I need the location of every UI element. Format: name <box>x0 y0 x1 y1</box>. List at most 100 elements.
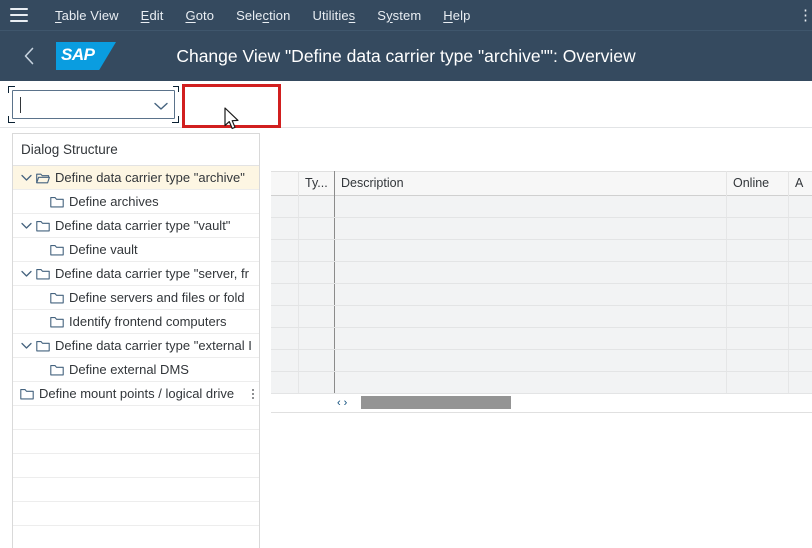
table-cell-online[interactable] <box>727 372 789 393</box>
table-cell-ty[interactable] <box>299 372 335 393</box>
tree-item-9[interactable]: Define mount points / logical drive <box>13 382 259 406</box>
tree-expand-icon[interactable] <box>18 342 34 350</box>
table-cell-attr[interactable] <box>789 284 812 305</box>
menu-item-goto[interactable]: Goto <box>174 0 225 31</box>
content-area: Dialog Structure Define data carrier typ… <box>0 128 812 548</box>
table-cell-desc[interactable] <box>335 262 727 283</box>
table-cell-online[interactable] <box>727 284 789 305</box>
table-cell-online[interactable] <box>727 306 789 327</box>
tree-item-7[interactable]: Define data carrier type "external I <box>13 334 259 358</box>
table-cell-online[interactable] <box>727 196 789 217</box>
chevron-down-icon[interactable] <box>154 98 168 116</box>
text-caret <box>20 96 21 113</box>
table-cell-desc[interactable] <box>335 284 727 305</box>
menu-item-edit[interactable]: Edit <box>130 0 175 31</box>
scroll-left-icon[interactable]: ‹ <box>337 397 341 409</box>
menu-bar-overflow[interactable]: ⋮ <box>798 0 812 31</box>
back-button[interactable] <box>12 39 46 73</box>
tree-item-5[interactable]: Define servers and files or fold <box>13 286 259 310</box>
table-row[interactable] <box>271 350 812 372</box>
table-cell-desc[interactable] <box>335 306 727 327</box>
tree-expand-icon[interactable] <box>18 270 34 278</box>
tree-item-2[interactable]: Define data carrier type "vault" <box>13 214 259 238</box>
tree-item-1[interactable]: Define archives <box>13 190 259 214</box>
filter-combo-box[interactable] <box>8 86 179 123</box>
table-row[interactable] <box>271 306 812 328</box>
table-row[interactable] <box>271 328 812 350</box>
tree-expand-icon[interactable] <box>18 174 34 182</box>
tree-item-6[interactable]: Identify frontend computers <box>13 310 259 334</box>
tree-resize-handle[interactable] <box>249 386 257 402</box>
scrollbar-track[interactable] <box>271 396 812 410</box>
table-cell-desc[interactable] <box>335 218 727 239</box>
table-cell-desc[interactable] <box>335 240 727 261</box>
scroll-arrows[interactable]: ‹ › <box>337 397 347 409</box>
tree-item-label: Define mount points / logical drive <box>39 386 235 401</box>
table-cell-desc[interactable] <box>335 372 727 393</box>
table-cell-sel[interactable] <box>271 262 299 283</box>
table-cell-ty[interactable] <box>299 306 335 327</box>
horizontal-scrollbar[interactable]: ‹ › <box>271 394 812 413</box>
table-cell-desc[interactable] <box>335 196 727 217</box>
sap-logo[interactable]: SAP <box>56 42 116 70</box>
table-cell-online[interactable] <box>727 262 789 283</box>
tree-expand-icon[interactable] <box>18 222 34 230</box>
tree-item-4[interactable]: Define data carrier type "server, fr <box>13 262 259 286</box>
column-header-select[interactable] <box>271 171 299 196</box>
tree-item-3[interactable]: Define vault <box>13 238 259 262</box>
table-row[interactable] <box>271 218 812 240</box>
table-cell-attr[interactable] <box>789 306 812 327</box>
table-cell-attr[interactable] <box>789 372 812 393</box>
table-cell-sel[interactable] <box>271 372 299 393</box>
table-cell-ty[interactable] <box>299 284 335 305</box>
tree-item-8[interactable]: Define external DMS <box>13 358 259 382</box>
table-row[interactable] <box>271 262 812 284</box>
table-cell-ty[interactable] <box>299 218 335 239</box>
table-cell-ty[interactable] <box>299 196 335 217</box>
tree-empty-row <box>13 430 259 454</box>
table-cell-sel[interactable] <box>271 350 299 371</box>
filter-input[interactable] <box>12 90 175 119</box>
tree-item-0[interactable]: Define data carrier type "archive" <box>13 166 259 190</box>
table-row[interactable] <box>271 372 812 394</box>
table-cell-sel[interactable] <box>271 328 299 349</box>
table-cell-online[interactable] <box>727 350 789 371</box>
table-row[interactable] <box>271 284 812 306</box>
table-cell-ty[interactable] <box>299 262 335 283</box>
column-header-online[interactable]: Online <box>727 171 789 196</box>
table-cell-attr[interactable] <box>789 240 812 261</box>
table-row[interactable] <box>271 240 812 262</box>
scroll-right-icon[interactable]: › <box>344 397 348 409</box>
table-cell-sel[interactable] <box>271 218 299 239</box>
column-header-type[interactable]: Ty... <box>299 171 335 196</box>
menu-item-help[interactable]: Help <box>432 0 481 31</box>
table-cell-sel[interactable] <box>271 306 299 327</box>
table-cell-desc[interactable] <box>335 350 727 371</box>
scrollbar-thumb[interactable] <box>361 396 511 409</box>
table-cell-attr[interactable] <box>789 262 812 283</box>
table-cell-sel[interactable] <box>271 196 299 217</box>
table-row[interactable] <box>271 196 812 218</box>
table-cell-attr[interactable] <box>789 328 812 349</box>
table-cell-ty[interactable] <box>299 350 335 371</box>
table-cell-attr[interactable] <box>789 350 812 371</box>
table-cell-ty[interactable] <box>299 328 335 349</box>
table-cell-desc[interactable] <box>335 328 727 349</box>
menu-icon[interactable] <box>10 8 28 22</box>
sap-logo-text: SAP <box>61 45 95 64</box>
menu-item-system[interactable]: System <box>366 0 432 31</box>
table-cell-attr[interactable] <box>789 218 812 239</box>
menu-item-table-view[interactable]: Table View <box>44 0 130 31</box>
overflow-dots-icon[interactable]: ⋮ <box>798 0 810 31</box>
column-header-a[interactable]: A <box>789 171 812 196</box>
column-header-description[interactable]: Description <box>335 171 727 196</box>
table-cell-ty[interactable] <box>299 240 335 261</box>
menu-item-utilities[interactable]: Utilities <box>301 0 366 31</box>
table-cell-sel[interactable] <box>271 240 299 261</box>
table-cell-attr[interactable] <box>789 196 812 217</box>
table-cell-online[interactable] <box>727 218 789 239</box>
table-cell-online[interactable] <box>727 240 789 261</box>
table-cell-sel[interactable] <box>271 284 299 305</box>
table-cell-online[interactable] <box>727 328 789 349</box>
menu-item-selection[interactable]: Selection <box>225 0 301 31</box>
